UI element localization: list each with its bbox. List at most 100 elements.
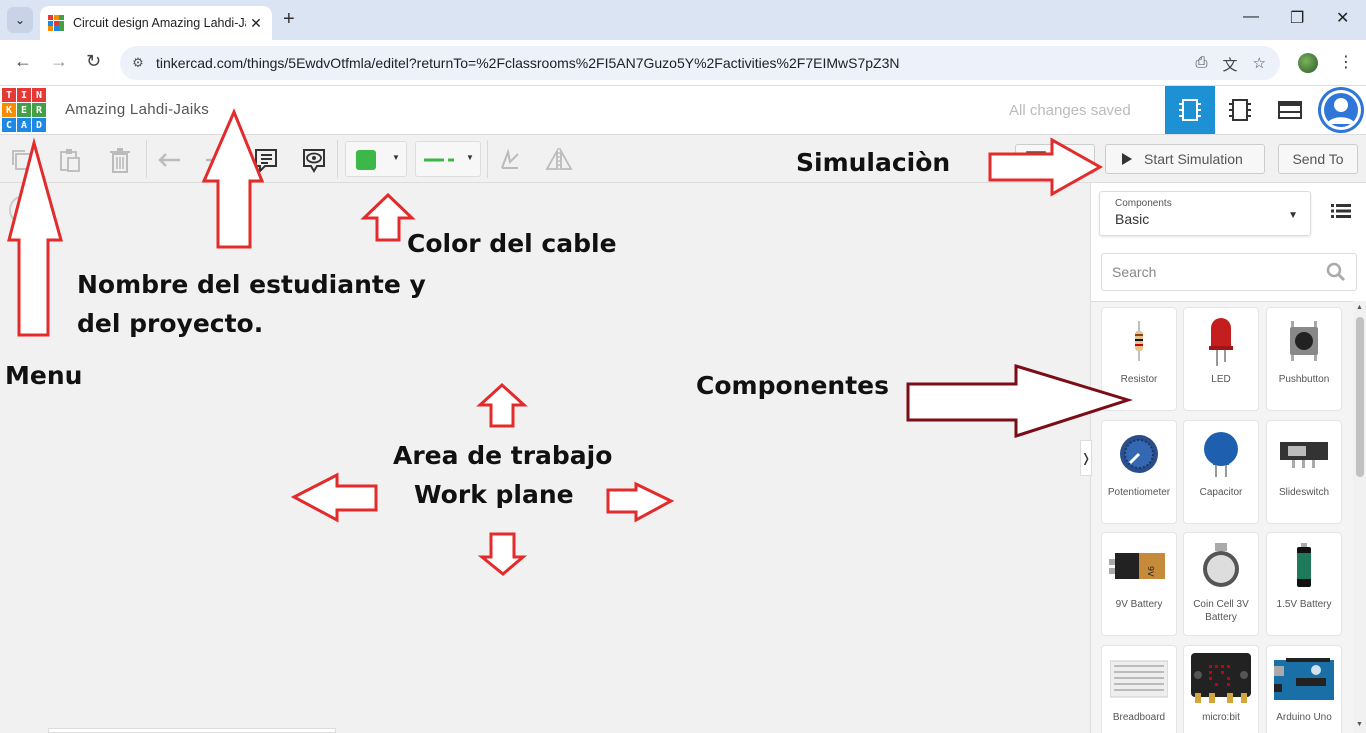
zoom-fit-icon[interactable]: ⤢	[9, 195, 39, 225]
start-simulation-button[interactable]: Start Simulation	[1105, 144, 1265, 174]
component-slideswitch[interactable]: Slideswitch	[1267, 421, 1341, 523]
component-resistor[interactable]: Resistor	[1102, 308, 1176, 410]
component-search-input[interactable]: Search	[1101, 253, 1357, 291]
toolbar-divider	[146, 140, 147, 178]
component-label: Capacitor	[1199, 487, 1243, 498]
copy-icon[interactable]	[8, 146, 36, 174]
code-button[interactable]: Code	[1015, 144, 1095, 174]
schematic-view-button[interactable]	[1215, 86, 1265, 134]
new-tab-icon[interactable]: +	[283, 8, 295, 31]
user-avatar[interactable]	[1318, 87, 1364, 133]
user-icon	[1321, 90, 1361, 130]
paste-icon[interactable]	[56, 146, 84, 174]
component-label: Arduino Uno	[1276, 712, 1332, 723]
save-status: All changes saved	[1009, 102, 1131, 119]
close-tab-icon[interactable]: ✕	[246, 15, 266, 32]
notes-icon[interactable]	[252, 146, 280, 174]
annotation-menu: Menu	[5, 361, 83, 390]
reload-icon[interactable]: ↻	[86, 51, 101, 72]
search-placeholder: Search	[1112, 264, 1157, 280]
annotation-simulacion: Simulaciòn	[796, 148, 951, 177]
play-icon	[1122, 153, 1132, 165]
component-1-5v-battery[interactable]: 1.5V Battery	[1267, 533, 1341, 635]
annotation-componentes: Componentes	[696, 371, 889, 400]
breadboard-icon	[1110, 660, 1168, 698]
tinkercad-logo[interactable]: T I N K E R C A D	[2, 88, 46, 132]
svg-text:9V: 9V	[1146, 566, 1155, 577]
component-9v-battery[interactable]: 9V 9V Battery	[1102, 533, 1176, 635]
editor-toolbar: ▼ ▼ Code Start Simulation Send To	[0, 136, 1366, 183]
install-icon[interactable]: ⎙	[1196, 54, 1208, 75]
list-view-icon[interactable]	[1331, 203, 1351, 224]
component-led[interactable]: LED	[1184, 308, 1258, 410]
chevron-down-icon: ▼	[392, 153, 400, 162]
scroll-up-icon[interactable]: ▲	[1356, 304, 1363, 311]
redo-icon[interactable]	[202, 146, 230, 174]
component-label: Breadboard	[1112, 712, 1166, 723]
annotation-area-trabajo: Area de trabajo	[393, 441, 613, 470]
logo-letter: E	[17, 103, 31, 117]
circuit-view-button[interactable]	[1165, 86, 1215, 134]
logo-letter: A	[17, 118, 31, 132]
minimize-icon[interactable]: —	[1243, 8, 1259, 26]
annotation-work-plane: Work plane	[414, 480, 574, 509]
url-text: tinkercad.com/things/5EwdvOtfmla/editel?…	[156, 55, 900, 71]
wire-color-swatch	[356, 150, 376, 170]
translate-icon[interactable]: 文	[1223, 54, 1238, 75]
url-field[interactable]: ⚙ tinkercad.com/things/5EwdvOtfmla/edite…	[120, 46, 1280, 80]
rotate-icon[interactable]	[496, 146, 524, 174]
wire-type-icon	[424, 158, 454, 162]
send-to-label: Send To	[1292, 151, 1344, 167]
delete-icon[interactable]	[106, 146, 134, 174]
restore-icon[interactable]: ❐	[1290, 8, 1304, 28]
component-label: Slideswitch	[1278, 487, 1330, 498]
close-window-icon[interactable]: ✕	[1336, 8, 1349, 28]
component-breadboard[interactable]: Breadboard	[1102, 646, 1176, 733]
components-grid: Resistor LED Pushbutton Potentiometer Ca…	[1091, 301, 1353, 733]
pushbutton-icon	[1290, 321, 1318, 361]
send-to-button[interactable]: Send To	[1278, 144, 1358, 174]
code-icon	[1026, 151, 1046, 167]
component-label: Pushbutton	[1278, 374, 1330, 385]
component-label: Potentiometer	[1107, 487, 1171, 498]
component-label: Coin Cell 3V Battery	[1193, 599, 1249, 623]
component-potentiometer[interactable]: Potentiometer	[1102, 421, 1176, 523]
logo-letter: I	[17, 88, 31, 102]
components-scrollbar[interactable]: ▲ ▼	[1353, 301, 1366, 733]
scrollbar-thumb[interactable]	[1356, 317, 1364, 477]
capacitor-icon	[1204, 432, 1238, 477]
bookmark-star-icon[interactable]: ☆	[1253, 54, 1266, 75]
component-arduino-uno[interactable]: Arduino Uno	[1267, 646, 1341, 733]
browser-tab[interactable]: Circuit design Amazing Lahdi-Ja ✕	[40, 6, 272, 40]
components-category-select[interactable]: Components Basic ▼	[1099, 191, 1311, 236]
wire-color-dropdown[interactable]: ▼	[345, 141, 407, 177]
project-name[interactable]: Amazing Lahdi-Jaiks	[65, 101, 209, 118]
potentiometer-icon	[1120, 435, 1158, 473]
flip-icon[interactable]	[545, 146, 573, 174]
undo-icon[interactable]	[156, 146, 184, 174]
chevron-down-icon: ▼	[1288, 210, 1298, 221]
wire-type-dropdown[interactable]: ▼	[415, 141, 481, 177]
battery-aa-icon	[1297, 543, 1311, 587]
component-pushbutton[interactable]: Pushbutton	[1267, 308, 1341, 410]
code-label: Code	[1052, 151, 1086, 167]
component-label: 9V Battery	[1115, 599, 1163, 610]
scroll-down-icon[interactable]: ▼	[1356, 721, 1363, 728]
toolbar-divider	[337, 140, 338, 178]
component-microbit[interactable]: micro:bit	[1184, 646, 1258, 733]
component-capacitor[interactable]: Capacitor	[1184, 421, 1258, 523]
collapse-panel-icon[interactable]: ❭	[1080, 440, 1092, 476]
logo-letter: C	[2, 118, 16, 132]
component-label: Resistor	[1120, 374, 1158, 385]
component-coin-cell[interactable]: Coin Cell 3V Battery	[1184, 533, 1258, 635]
forward-icon[interactable]: →	[50, 51, 68, 72]
tab-list-icon[interactable]: ⌄	[7, 7, 33, 33]
notes-visibility-icon[interactable]	[300, 146, 328, 174]
component-list-view-button[interactable]	[1265, 86, 1315, 134]
back-icon[interactable]: ←	[14, 51, 32, 72]
profile-icon[interactable]	[1298, 53, 1318, 73]
site-info-icon[interactable]: ⚙	[120, 55, 156, 71]
menu-icon[interactable]: ⋮	[1338, 52, 1354, 72]
workplane-scroll-indicator	[48, 728, 336, 733]
annotation-nombre-line2: del proyecto.	[77, 309, 264, 338]
